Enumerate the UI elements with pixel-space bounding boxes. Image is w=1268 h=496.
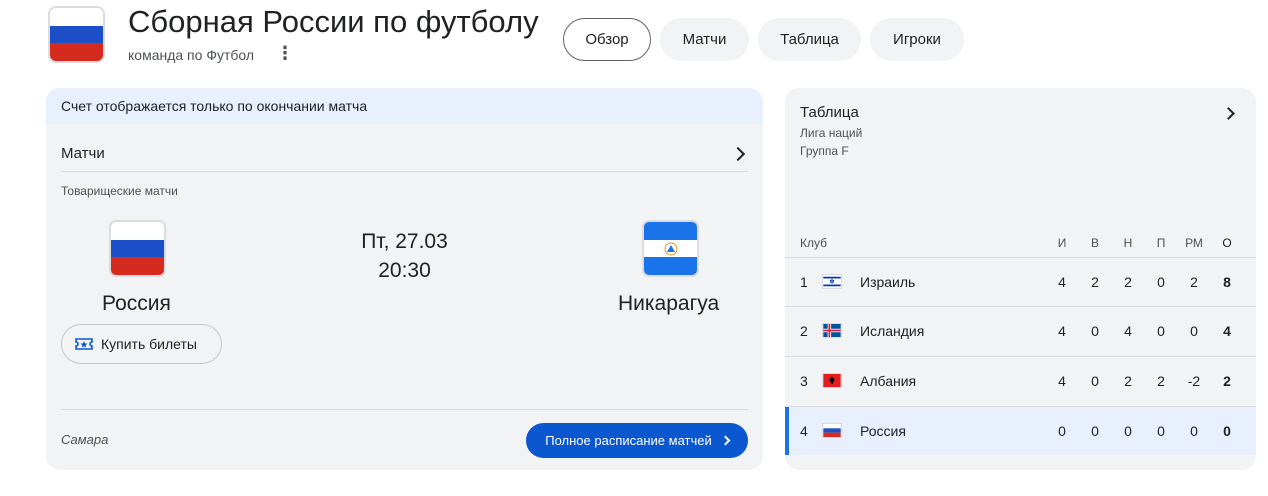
matches-link-label: Матчи [61,145,105,162]
row-position: 1 [800,274,808,290]
row-lost: 2 [1157,373,1165,389]
full-schedule-button[interactable]: Полное расписание матчей [526,423,748,458]
row-lost: 0 [1157,323,1165,339]
iceland-flag-icon [822,323,842,338]
table-row[interactable]: 3 Албания 4 0 2 2 -2 2 [785,356,1256,405]
row-won: 0 [1091,373,1099,389]
israel-flag-icon [822,274,842,289]
row-drawn: 2 [1124,373,1132,389]
row-club: Израиль [860,274,916,290]
row-goal-diff: 0 [1190,423,1198,439]
row-points: 0 [1223,423,1231,439]
russia-flag-icon [111,222,164,275]
col-club: Клуб [800,236,827,250]
russia-flag-icon [822,423,842,438]
tab-players[interactable]: Игроки [870,18,964,61]
table-row[interactable]: 1 Израиль 4 2 2 0 2 8 [785,257,1256,306]
page-title: Сборная России по футболу [128,4,539,39]
divider [61,409,748,410]
row-drawn: 4 [1124,323,1132,339]
row-played: 0 [1058,423,1066,439]
col-won: В [1090,236,1099,250]
russia-flag-icon [50,8,103,61]
standings-group: Группа F [800,144,849,158]
row-points: 4 [1223,323,1231,339]
row-played: 4 [1058,274,1066,290]
full-schedule-label: Полное расписание матчей [545,433,712,448]
matches-link[interactable]: Матчи [61,136,748,172]
home-team-name[interactable]: Россия [102,292,171,316]
row-drawn: 2 [1124,274,1132,290]
row-goal-diff: -2 [1187,373,1201,389]
row-club: Албания [860,373,917,389]
match-time: 20:30 [378,259,431,282]
ticket-icon [75,338,93,350]
score-notice: Счет отображается только по окончании ма… [46,88,763,124]
tab-standings[interactable]: Таблица [758,18,861,61]
nicaragua-emblem-icon [664,242,677,255]
standings-title[interactable]: Таблица [800,104,859,121]
row-position: 3 [800,373,808,389]
chevron-right-icon [720,435,731,446]
chevron-right-icon [730,146,746,161]
row-club: Россия [860,423,906,439]
row-points: 2 [1223,373,1231,389]
buy-tickets-button[interactable]: Купить билеты [61,324,222,364]
table-row-highlighted[interactable]: 4 Россия 0 0 0 0 0 0 [785,406,1256,455]
row-won: 0 [1091,423,1099,439]
chevron-right-icon[interactable] [1222,107,1235,120]
row-position: 2 [800,323,808,339]
row-position: 4 [800,423,808,439]
away-team-flag[interactable] [642,220,699,277]
match-date: Пт, 27.03 [361,230,448,253]
more-options-icon[interactable]: ⋮ [276,43,294,63]
row-lost: 0 [1157,423,1165,439]
col-goal-diff: РМ [1185,236,1203,250]
row-drawn: 0 [1124,423,1132,439]
row-played: 4 [1058,373,1066,389]
tab-bar: Обзор Матчи Таблица Игроки [563,18,964,61]
row-won: 2 [1091,274,1099,290]
tab-overview[interactable]: Обзор [563,18,651,61]
team-logo [48,6,105,63]
nicaragua-flag-icon [644,222,697,275]
albania-flag-icon [822,373,842,388]
row-played: 4 [1058,323,1066,339]
standings-card: Таблица Лига наций Группа F Клуб И В Н П… [785,88,1256,470]
col-points: О [1222,236,1232,250]
tab-matches[interactable]: Матчи [660,18,749,61]
col-drawn: Н [1123,236,1133,250]
standings-league: Лига наций [800,126,863,140]
buy-tickets-label: Купить билеты [101,336,197,352]
row-points: 8 [1223,274,1231,290]
away-team-name[interactable]: Никарагуа [618,292,719,316]
home-team-flag[interactable] [109,220,166,277]
page-subtitle: команда по Футбол [128,47,255,63]
table-row[interactable]: 2 Исландия 4 0 4 0 0 4 [785,306,1256,355]
competition-label: Товарищеские матчи [61,184,178,198]
row-lost: 0 [1157,274,1165,290]
standings-header: Клуб И В Н П РМ О [785,236,1256,256]
row-won: 0 [1091,323,1099,339]
col-lost: П [1156,236,1166,250]
match-card: Счет отображается только по окончании ма… [46,88,763,470]
row-goal-diff: 2 [1190,274,1198,290]
match-venue: Самара [61,432,109,447]
row-goal-diff: 0 [1190,323,1198,339]
row-club: Исландия [860,323,925,339]
col-played: И [1057,236,1067,250]
